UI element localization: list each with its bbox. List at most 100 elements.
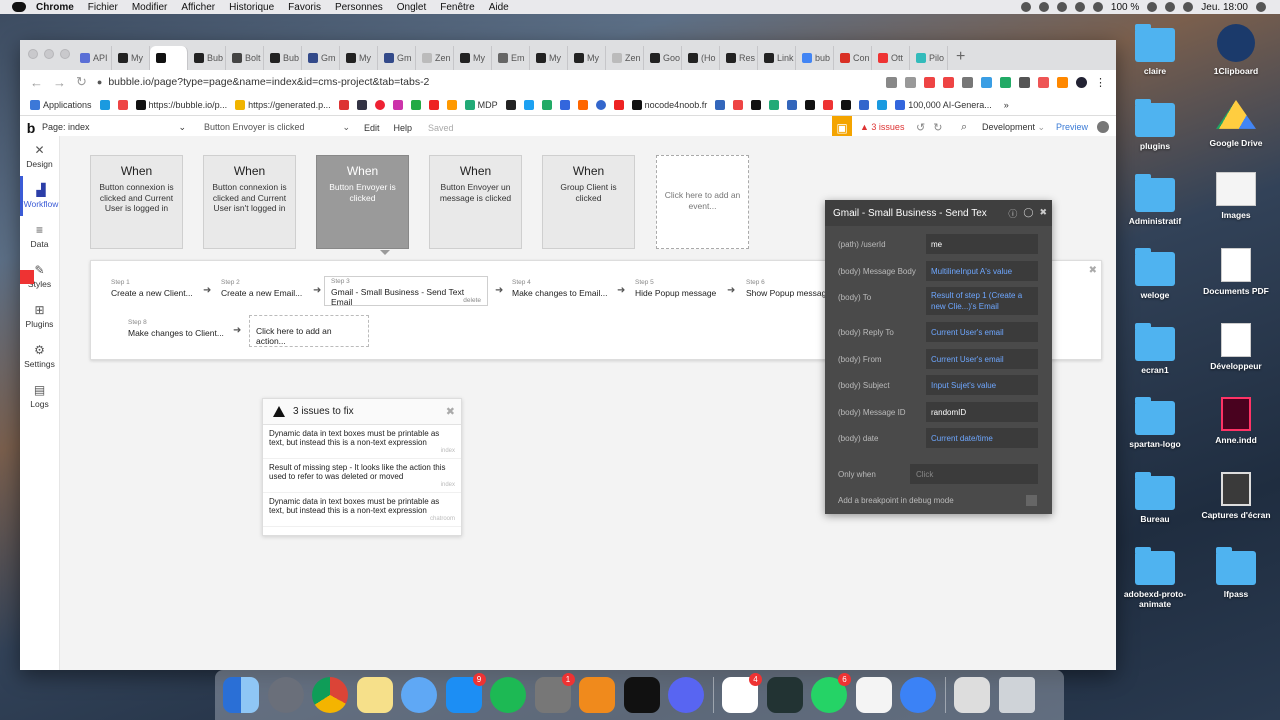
issue-item[interactable]: Dynamic data in text boxes must be print… [263,425,461,459]
menu-item-onglet[interactable]: Onglet [397,2,426,13]
issue-item[interactable]: Result of missing step - It looks like t… [263,459,461,493]
close-icon[interactable]: ✖ [1089,265,1097,276]
desktop-item[interactable]: weloge [1115,248,1195,300]
workflow-step[interactable]: Step 5 Hide Popup message [635,279,716,298]
workflow-step[interactable]: Step 4 Make changes to Email... [512,279,607,298]
workflow-step-selected[interactable]: Step 3 Gmail - Small Business - Send Text… [324,276,488,307]
only-when-field[interactable]: Click [910,464,1038,484]
git-app-icon[interactable] [766,677,803,713]
instagram-icon[interactable] [392,99,403,110]
pinterest-icon[interactable] [374,99,385,110]
close-icon[interactable]: ✖ [1039,207,1047,220]
bookmark-nocode4noob[interactable]: nocode4noob.fr [631,99,707,110]
browser-tab[interactable]: My [530,46,568,70]
menu-item-fenetre[interactable]: Fenêtre [440,2,474,13]
app-store-icon[interactable]: 9 [445,673,486,713]
tumblr-icon[interactable] [841,99,852,110]
browser-tab[interactable]: bub [796,46,834,70]
slack-icon[interactable]: 4 [722,673,762,713]
desktop-item[interactable]: spartan-logo [1115,397,1195,449]
messages-icon[interactable] [401,677,437,713]
launchpad-icon[interactable] [267,677,304,713]
browser-tab[interactable]: Gm [302,46,340,70]
workflow-step[interactable]: Step 8 Make changes to Client... [128,319,224,338]
desktop-item[interactable]: Anne.indd [1196,397,1276,445]
browser-tab[interactable]: Ott [872,46,910,70]
whatsapp-icon[interactable]: 6 [811,673,851,713]
menu-item-fichier[interactable]: Fichier [88,2,118,13]
property-field[interactable]: me [926,234,1038,254]
browser-tab[interactable]: Gm [378,46,416,70]
bookmark-icon[interactable] [877,99,888,110]
extension-icon[interactable] [943,76,954,88]
workflow-step[interactable]: Step 1 Create a new Client... [111,279,193,298]
status-icon[interactable] [1056,2,1067,12]
desktop-item[interactable]: lfpass [1196,547,1276,599]
bookmark-icon[interactable] [541,99,552,110]
bookmark-icon[interactable] [595,99,606,110]
extension-icon[interactable] [1038,76,1049,88]
browser-tab[interactable]: Link [758,46,796,70]
delete-step-link[interactable]: delete [463,297,481,304]
search-icon[interactable] [1165,2,1176,12]
sidebar-item-data[interactable]: ≡ Data [20,216,59,256]
zoom-window-icon[interactable] [60,49,70,59]
bookmark-icon[interactable] [787,99,798,110]
sidebar-item-workflow[interactable]: ▟ Workflow [20,176,59,216]
workflow-step[interactable]: Step 6 Show Popup message [746,279,831,298]
desktop-item[interactable]: Google Drive [1196,100,1276,148]
extension-icon[interactable] [1000,76,1011,88]
browser-tab[interactable]: Bub [264,46,302,70]
apple-icon[interactable] [12,2,26,12]
comment-icon[interactable]: ◯ [1023,207,1033,220]
sidebar-item-logs[interactable]: ▤ Logs [20,376,59,416]
sidebar-item-design[interactable]: ✕ Design [20,136,59,176]
bookmark-icon[interactable] [559,99,570,110]
menu-item-personnes[interactable]: Personnes [335,2,383,13]
browser-tab[interactable]: (Ho [682,46,720,70]
browser-tab[interactable]: API [74,46,112,70]
menu-item-modifier[interactable]: Modifier [132,2,168,13]
browser-tab[interactable]: Bolt [226,46,264,70]
youtube-icon[interactable] [428,99,439,110]
discord-icon[interactable] [668,677,704,713]
downloads-icon[interactable] [954,677,990,713]
desktop-item[interactable]: 1Clipboard [1196,24,1276,76]
menu-item-historique[interactable]: Historique [229,2,274,13]
url-field[interactable]: ● bubble.io/page?type=page&name=index&id… [97,76,876,88]
breakpoint-checkbox[interactable] [1026,495,1037,506]
bookmark-bubble[interactable]: https://bubble.io/p... [135,99,227,110]
reload-icon[interactable]: ↻ [76,74,87,90]
issues-button[interactable]: ▲ 3 issues [860,122,904,132]
desktop-item[interactable]: Administratif [1115,174,1195,226]
browser-tab-active[interactable] [150,46,188,70]
event-card[interactable]: When Button Envoyer un message is clicked [429,155,522,249]
translate-icon[interactable] [886,76,897,88]
bookmark-icon[interactable] [715,99,726,110]
menu-item-aide[interactable]: Aide [489,2,509,13]
status-icon[interactable] [1074,2,1085,12]
desktop-item[interactable]: Images [1196,172,1276,220]
desktop-item[interactable]: plugins [1115,99,1195,151]
medium-icon[interactable] [751,99,762,110]
bookmark-mdp[interactable]: MDP [464,99,498,110]
desktop-item[interactable]: Développeur [1196,323,1276,371]
bookmark-icon[interactable] [356,99,367,110]
property-field[interactable]: Result of step 1 (Create a new Clie...)'… [926,287,1038,315]
property-field[interactable]: MultilineInput A's value [926,260,1038,281]
extension-icon[interactable] [962,76,973,88]
navigation-app-icon[interactable] [900,677,936,713]
bookmark-icon[interactable] [859,99,870,110]
minimize-window-icon[interactable] [44,49,54,59]
spotify-icon[interactable] [490,677,526,713]
wifi-icon[interactable] [1092,2,1103,12]
property-field[interactable]: Current User's email [926,322,1038,342]
reminders-icon[interactable] [855,677,892,713]
user-account-icon[interactable] [1097,121,1109,133]
browser-tab[interactable]: Em [492,46,530,70]
property-field[interactable]: randomID [926,401,1038,422]
undo-redo-icons[interactable]: ↺↻ [916,121,950,134]
forward-icon[interactable]: → [53,75,66,90]
add-action-button[interactable]: Click here to add an action... [249,315,369,347]
bookmark-apps[interactable]: Applications [30,99,92,110]
